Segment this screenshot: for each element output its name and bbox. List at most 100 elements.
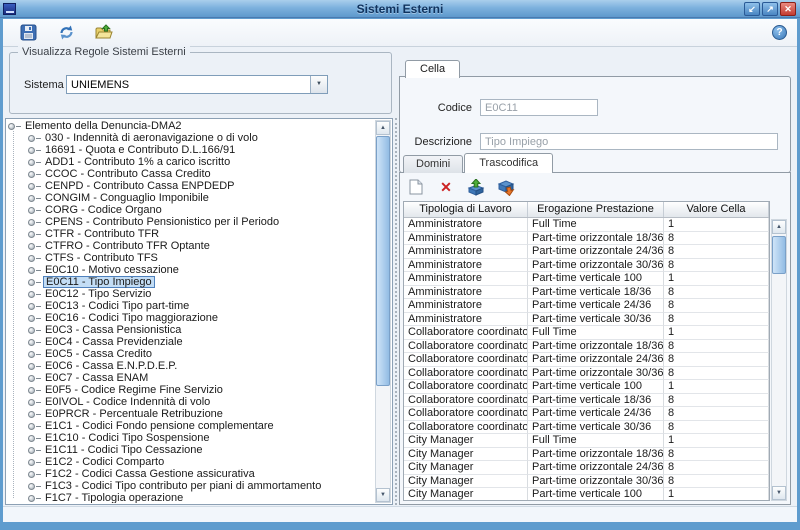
exit-button[interactable] bbox=[91, 21, 117, 45]
table-row[interactable]: AmministratorePart-time verticale 1001 bbox=[404, 272, 769, 286]
table-row[interactable]: City ManagerPart-time verticale 1001 bbox=[404, 488, 769, 501]
sistema-combobox[interactable]: ▼ bbox=[66, 75, 328, 94]
tree-item[interactable]: E0C16 - Codici Tipo maggiorazione bbox=[8, 312, 374, 324]
table-row[interactable]: Collaboratore coordinato c...Part-time v… bbox=[404, 407, 769, 421]
table-row[interactable]: AmministratorePart-time orizzontale 18/3… bbox=[404, 232, 769, 246]
tree-item[interactable]: CORG - Codice Organo bbox=[8, 204, 374, 216]
scroll-up-icon[interactable]: ▲ bbox=[772, 220, 786, 234]
close-button[interactable]: ✕ bbox=[780, 2, 796, 16]
delete-row-button[interactable]: ✕ bbox=[436, 177, 456, 197]
tree-scroll-thumb[interactable] bbox=[376, 136, 390, 386]
tree-item[interactable]: CENPD - Contributo Cassa ENPDEDP bbox=[8, 180, 374, 192]
tree-item[interactable]: ADD1 - Contributo 1% a carico iscritto bbox=[8, 156, 374, 168]
tree-item[interactable]: E0C6 - Cassa E.N.P.D.E.P. bbox=[8, 360, 374, 372]
tree-item[interactable]: F1C7 - Tipologia operazione bbox=[8, 492, 374, 503]
table-row[interactable]: Collaboratore coordinato c...Part-time v… bbox=[404, 380, 769, 394]
delete-icon: ✕ bbox=[440, 179, 452, 196]
tree-item[interactable]: F1C3 - Codici Tipo contributo per piani … bbox=[8, 480, 374, 492]
tree-item[interactable]: CTFS - Contributo TFS bbox=[8, 252, 374, 264]
help-button[interactable]: ? bbox=[772, 25, 787, 40]
table-row[interactable]: City ManagerFull Time1 bbox=[404, 434, 769, 448]
table-row[interactable]: City ManagerPart-time orizzontale 24/368 bbox=[404, 461, 769, 475]
tree-item[interactable]: CPENS - Contributo Pensionistico per il … bbox=[8, 216, 374, 228]
minimize-button[interactable]: ↙ bbox=[744, 2, 760, 16]
window-controls: ↙ ↗ ✕ bbox=[744, 2, 796, 16]
tree-item[interactable]: E1C1 - Codici Fondo pensione complementa… bbox=[8, 420, 374, 432]
descrizione-field[interactable] bbox=[480, 133, 778, 150]
table-row[interactable]: AmministratorePart-time verticale 24/368 bbox=[404, 299, 769, 313]
table-row[interactable]: Collaboratore coordinato c...Part-time o… bbox=[404, 367, 769, 381]
tree-item[interactable]: CCOC - Contributo Cassa Credito bbox=[8, 168, 374, 180]
table-row[interactable]: AmministratoreFull Time1 bbox=[404, 218, 769, 232]
tree-item[interactable]: E0C11 - Tipo Impiego bbox=[8, 276, 374, 288]
export-button[interactable] bbox=[496, 177, 516, 197]
vertical-splitter[interactable] bbox=[395, 118, 397, 505]
tab-cella[interactable]: Cella bbox=[405, 60, 460, 78]
table-row[interactable]: AmministratorePart-time verticale 30/368 bbox=[404, 313, 769, 327]
new-row-button[interactable] bbox=[406, 177, 426, 197]
tree-items: 030 - Indennità di aeronavigazione o di … bbox=[8, 132, 374, 503]
table-row[interactable]: Collaboratore coordinato c...Part-time v… bbox=[404, 421, 769, 435]
tab-trascodifica[interactable]: Trascodifica bbox=[464, 153, 553, 173]
header-tipologia[interactable]: Tipologia di Lavoro bbox=[404, 202, 528, 217]
tree-item[interactable]: E0C4 - Cassa Previdenziale bbox=[8, 336, 374, 348]
table-scroll-thumb[interactable] bbox=[772, 236, 786, 274]
refresh-button[interactable] bbox=[53, 21, 79, 45]
table-row[interactable]: AmministratorePart-time orizzontale 30/3… bbox=[404, 259, 769, 273]
refresh-icon bbox=[58, 24, 75, 41]
tree-item[interactable]: CTFR - Contributo TFR bbox=[8, 228, 374, 240]
table-cell: Collaboratore coordinato c... bbox=[404, 394, 528, 408]
tree-item[interactable]: F1C2 - Codici Cassa Gestione assicurativ… bbox=[8, 468, 374, 480]
tree-item[interactable]: E0C3 - Cassa Pensionistica bbox=[8, 324, 374, 336]
combo-dropdown-button[interactable]: ▼ bbox=[310, 76, 327, 93]
table-cell: Part-time verticale 100 bbox=[528, 380, 664, 394]
table-row[interactable]: AmministratorePart-time verticale 18/368 bbox=[404, 286, 769, 300]
status-bar bbox=[3, 506, 797, 522]
tree-item[interactable]: E0C12 - Tipo Servizio bbox=[8, 288, 374, 300]
table-cell: Part-time orizzontale 18/36 bbox=[528, 232, 664, 246]
visualizza-regole-groupbox: Visualizza Regole Sistemi Esterni Sistem… bbox=[9, 52, 392, 114]
tree-node-icon bbox=[8, 123, 15, 130]
table-row[interactable]: Collaboratore coordinato c...Part-time v… bbox=[404, 394, 769, 408]
tree-root-item[interactable]: Elemento della Denuncia-DMA2 bbox=[8, 120, 374, 132]
table-row[interactable]: Collaboratore coordinato c...Part-time o… bbox=[404, 353, 769, 367]
table-row[interactable]: AmministratorePart-time orizzontale 24/3… bbox=[404, 245, 769, 259]
tree-item[interactable]: CTFRO - Contributo TFR Optante bbox=[8, 240, 374, 252]
table-row[interactable]: Collaboratore coordinato c...Part-time o… bbox=[404, 340, 769, 354]
tree-item[interactable]: E0IVOL - Codice Indennità di volo bbox=[8, 396, 374, 408]
tree-item[interactable]: 16691 - Quota e Contributo D.L.166/91 bbox=[8, 144, 374, 156]
scroll-down-icon[interactable]: ▼ bbox=[772, 486, 786, 500]
tab-domini[interactable]: Domini bbox=[403, 155, 463, 173]
tree-item[interactable]: E0PRCR - Percentuale Retribuzione bbox=[8, 408, 374, 420]
table-cell: 8 bbox=[664, 286, 769, 300]
table-row[interactable]: City ManagerPart-time orizzontale 18/368 bbox=[404, 448, 769, 462]
import-button[interactable] bbox=[466, 177, 486, 197]
scroll-up-icon[interactable]: ▲ bbox=[376, 121, 390, 135]
tree-item[interactable]: E0C7 - Cassa ENAM bbox=[8, 372, 374, 384]
save-button[interactable] bbox=[15, 21, 41, 45]
tree-scrollbar[interactable]: ▲ ▼ bbox=[375, 120, 391, 503]
table-cell: 1 bbox=[664, 326, 769, 340]
table-cell: Part-time orizzontale 24/36 bbox=[528, 245, 664, 259]
tree-item[interactable]: E0C10 - Motivo cessazione bbox=[8, 264, 374, 276]
tree-root-label: Elemento della Denuncia-DMA2 bbox=[23, 120, 184, 132]
header-erogazione[interactable]: Erogazione Prestazione bbox=[528, 202, 664, 217]
table-scrollbar[interactable]: ▲ ▼ bbox=[771, 219, 787, 501]
table-row[interactable]: Collaboratore coordinato c...Full Time1 bbox=[404, 326, 769, 340]
tree-item[interactable]: 030 - Indennità di aeronavigazione o di … bbox=[8, 132, 374, 144]
tree-item[interactable]: E0C13 - Codici Tipo part-time bbox=[8, 300, 374, 312]
tree-item[interactable]: E1C11 - Codici Tipo Cessazione bbox=[8, 444, 374, 456]
maximize-button[interactable]: ↗ bbox=[762, 2, 778, 16]
tree-item[interactable]: E1C2 - Codici Comparto bbox=[8, 456, 374, 468]
codice-field[interactable] bbox=[480, 99, 598, 116]
header-valore[interactable]: Valore Cella bbox=[664, 202, 769, 217]
tree-item-label: E0C4 - Cassa Previdenziale bbox=[43, 336, 185, 348]
tree-item[interactable]: E1C10 - Codici Tipo Sospensione bbox=[8, 432, 374, 444]
tree-item[interactable]: E0F5 - Codice Regime Fine Servizio bbox=[8, 384, 374, 396]
table-cell: Part-time orizzontale 24/36 bbox=[528, 461, 664, 475]
scroll-down-icon[interactable]: ▼ bbox=[376, 488, 390, 502]
tree-item[interactable]: CONGIM - Conguaglio Imponibile bbox=[8, 192, 374, 204]
tree-item[interactable]: E0C5 - Cassa Credito bbox=[8, 348, 374, 360]
table-row[interactable]: City ManagerPart-time orizzontale 30/368 bbox=[404, 475, 769, 489]
sistema-combo-input[interactable] bbox=[67, 76, 310, 93]
